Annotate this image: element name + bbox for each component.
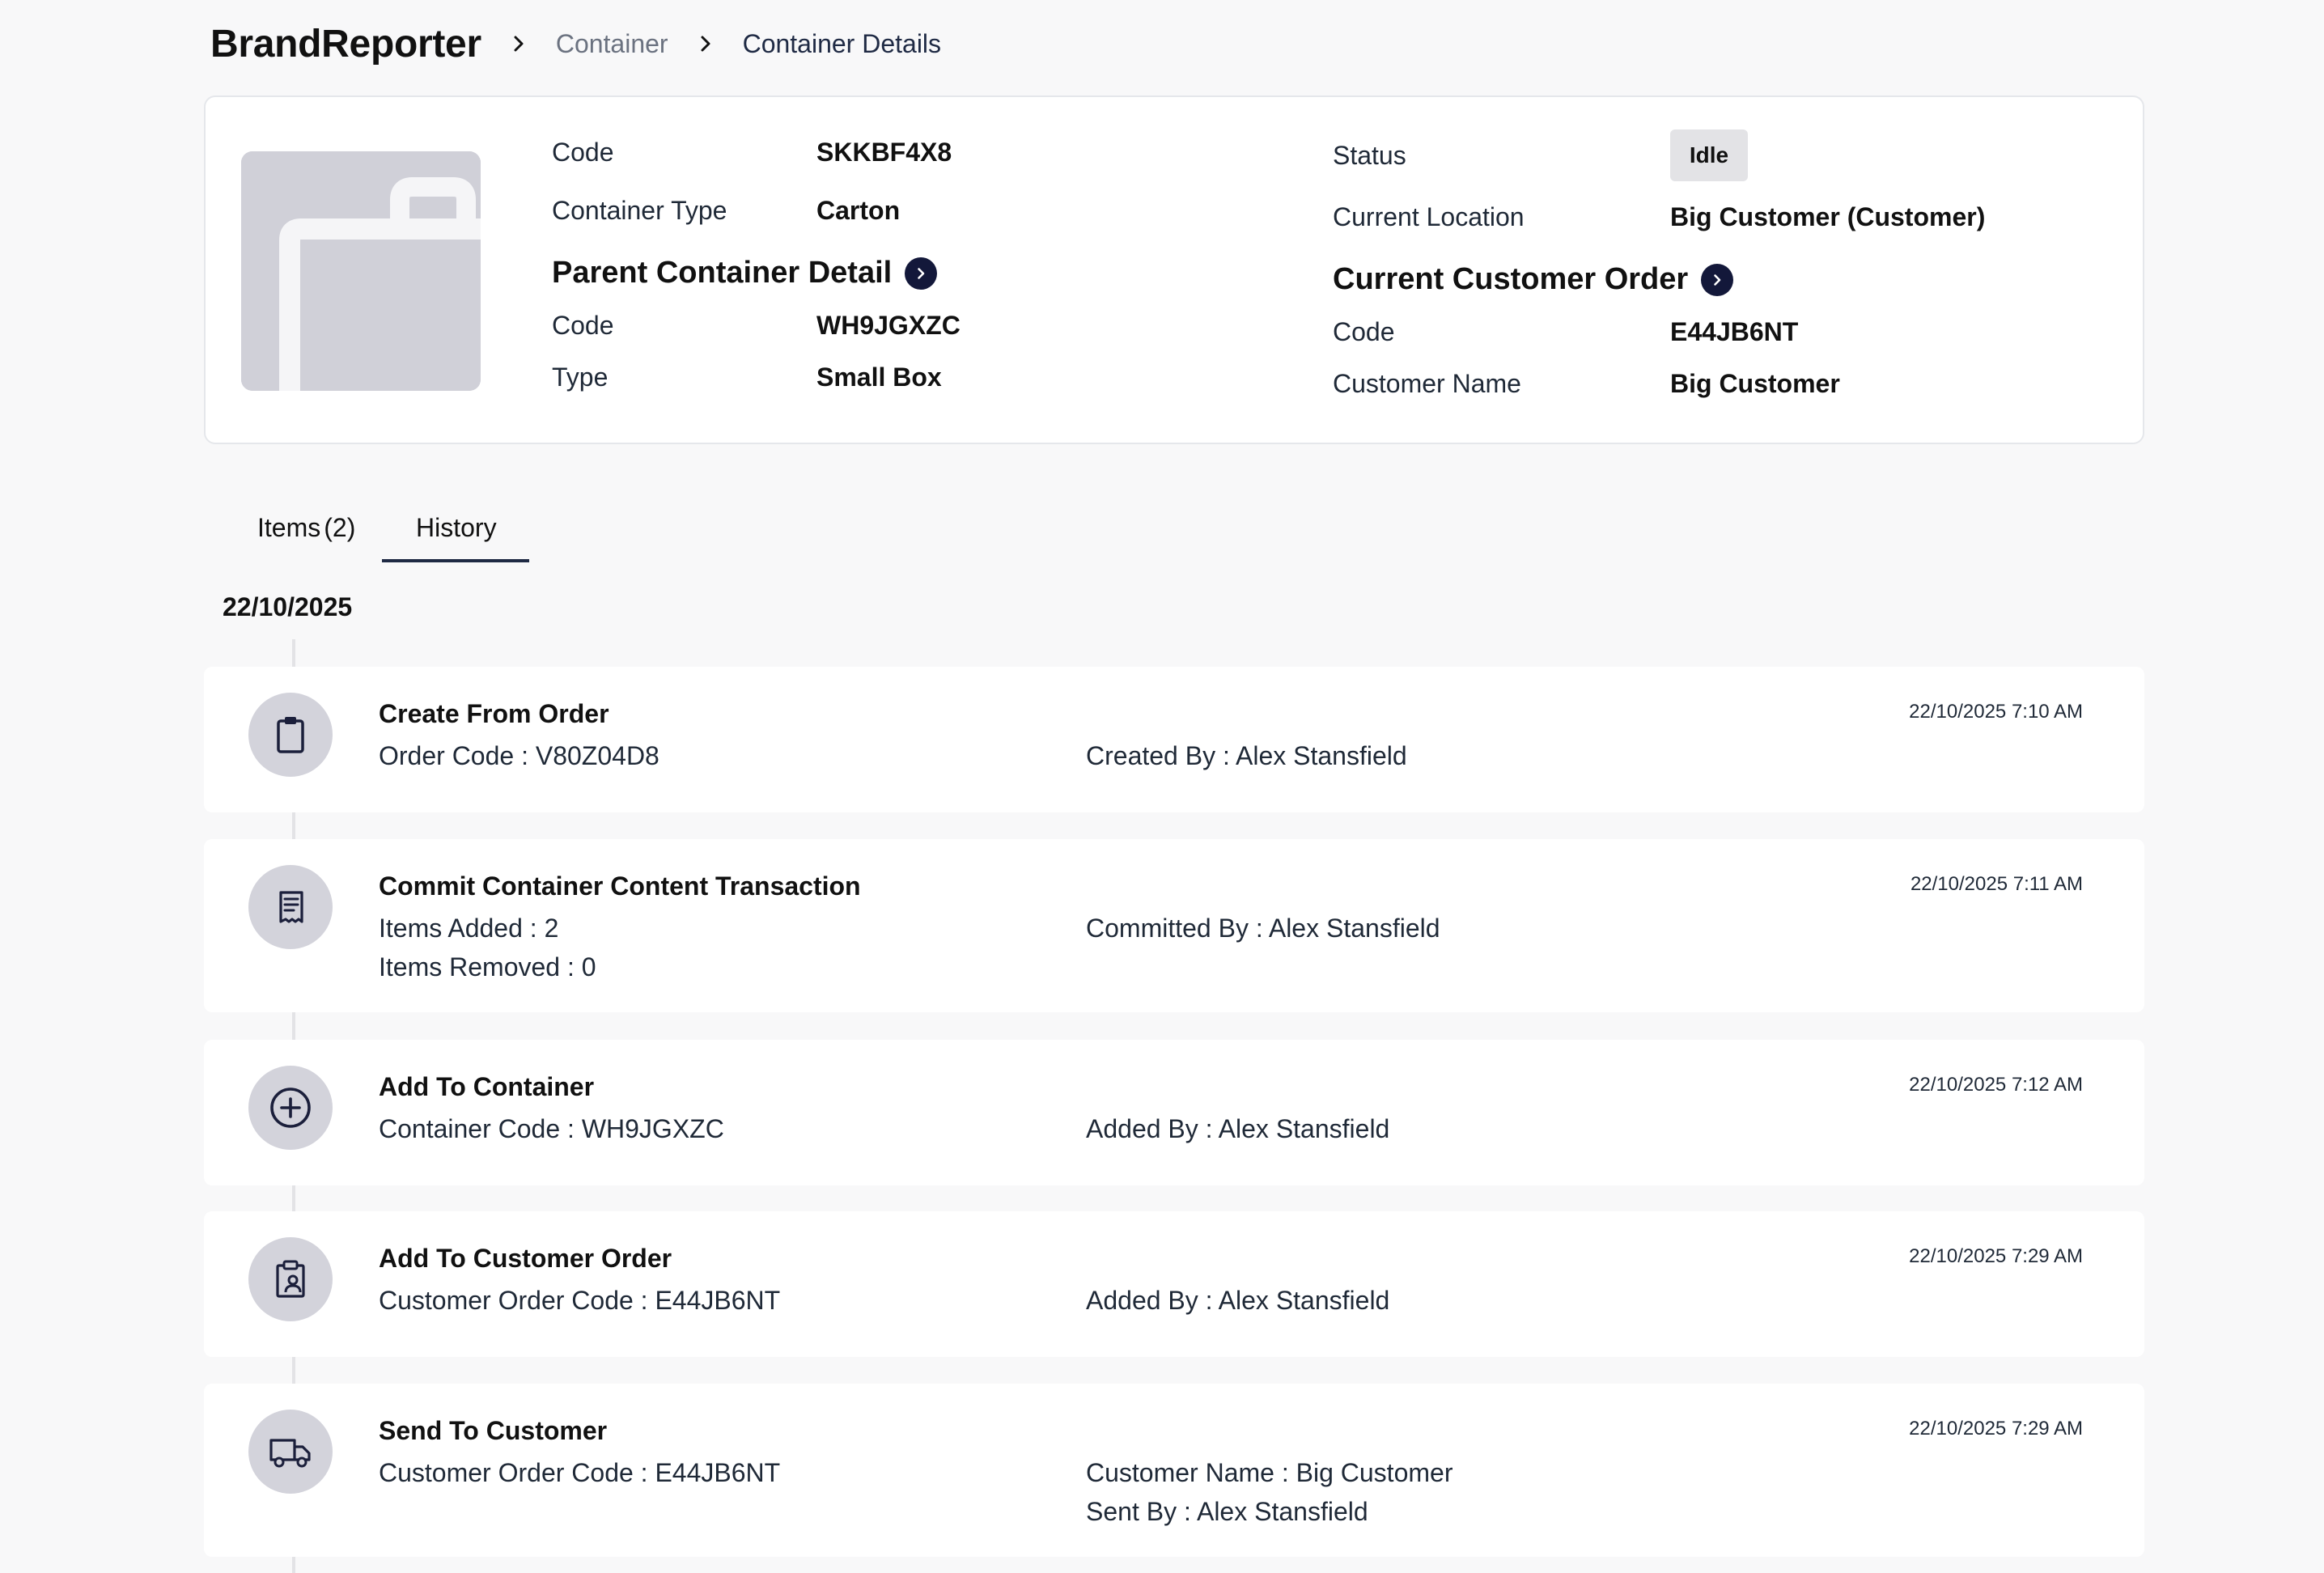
parent-type-label: Type <box>552 363 609 392</box>
current-location-label: Current Location <box>1333 202 1525 231</box>
current-order-heading: Current Customer Order <box>1333 262 1734 297</box>
parent-type: Small Box <box>816 363 942 392</box>
container-image-placeholder <box>241 151 481 391</box>
event-detail: Customer Order Code : E44JB6NT <box>379 1458 781 1487</box>
event-actor: Sent By : Alex Stansfield <box>1086 1497 1368 1526</box>
event-actor: Created By : Alex Stansfield <box>1086 741 1407 770</box>
history-event-card: Create From Order Order Code : V80Z04D8 … <box>204 667 2144 812</box>
event-timestamp: 22/10/2025 7:29 AM <box>1909 1245 2083 1267</box>
chevron-right-icon <box>685 15 727 73</box>
chevron-right-icon <box>918 267 925 279</box>
page-root: BrandReporter Container Container Detail… <box>0 0 2324 1573</box>
event-title: Add To Customer Order <box>379 1244 672 1273</box>
tab-items[interactable]: Items (2) <box>257 502 387 563</box>
event-title: Add To Container <box>379 1072 595 1101</box>
history-event-card: Commit Container Content Transaction Ite… <box>204 839 2144 1012</box>
container-type: Carton <box>816 196 901 225</box>
event-detail: Items Added : 2 <box>379 914 559 943</box>
active-tab-indicator <box>382 559 529 562</box>
order-code-label: Code <box>1333 317 1395 346</box>
history-event-card: Add To Customer Order Customer Order Cod… <box>204 1211 2144 1357</box>
order-code: E44JB6NT <box>1670 317 1799 346</box>
event-actor: Committed By : Alex Stansfield <box>1086 914 1440 943</box>
event-detail: Items Removed : 0 <box>379 952 596 982</box>
tab-history[interactable]: History <box>382 502 529 563</box>
container-info-card: Code SKKBF4X8 Container Type Carton Pare… <box>204 95 2144 444</box>
container-code: SKKBF4X8 <box>816 138 952 167</box>
breadcrumb-container-link[interactable]: Container <box>556 29 668 59</box>
event-timestamp: 22/10/2025 7:10 AM <box>1909 701 2083 723</box>
event-detail: Customer Order Code : E44JB6NT <box>379 1286 781 1315</box>
parent-container-title: Parent Container Detail <box>552 256 893 290</box>
current-order-link-button[interactable] <box>1701 263 1734 296</box>
breadcrumb: BrandReporter Container Container Detail… <box>210 15 941 73</box>
plus-circle-icon <box>248 1066 333 1150</box>
container-type-label: Container Type <box>552 196 727 225</box>
tab-items-label: Items (2) <box>257 513 356 542</box>
event-timestamp: 22/10/2025 7:11 AM <box>1910 873 2083 895</box>
customer-name-label: Customer Name <box>1333 369 1521 398</box>
history-event-card: Add To Container Container Code : WH9JGX… <box>204 1040 2144 1185</box>
event-timestamp: 22/10/2025 7:29 AM <box>1909 1418 2083 1439</box>
current-order-title: Current Customer Order <box>1333 262 1689 296</box>
event-detail: Container Code : WH9JGXZC <box>379 1114 724 1143</box>
chevron-right-icon <box>498 15 540 73</box>
history-date-heading: 22/10/2025 <box>223 592 353 621</box>
status-label: Status <box>1333 141 1406 170</box>
current-location: Big Customer (Customer) <box>1670 202 1986 231</box>
breadcrumb-current: Container Details <box>742 28 942 58</box>
tab-history-label: History <box>416 513 497 542</box>
status-badge: Idle <box>1670 129 1748 181</box>
chevron-right-icon <box>1714 273 1721 286</box>
customer-name: Big Customer <box>1670 369 1840 398</box>
event-customer: Customer Name : Big Customer <box>1086 1458 1453 1487</box>
clipboard-user-icon <box>248 1237 333 1321</box>
parent-container-link-button[interactable] <box>905 257 938 290</box>
event-title: Create From Order <box>379 699 609 728</box>
parent-code: WH9JGXZC <box>816 311 961 340</box>
clipboard-icon <box>248 693 333 777</box>
event-timestamp: 22/10/2025 7:12 AM <box>1909 1074 2083 1096</box>
event-actor: Added By : Alex Stansfield <box>1086 1286 1390 1315</box>
briefcase-icon <box>241 151 481 391</box>
event-title: Commit Container Content Transaction <box>379 871 861 901</box>
event-title: Send To Customer <box>379 1416 608 1445</box>
brand-logo[interactable]: BrandReporter <box>210 22 481 66</box>
history-event-card: Send To Customer Customer Order Code : E… <box>204 1384 2144 1557</box>
parent-container-heading: Parent Container Detail <box>552 256 938 290</box>
event-detail: Order Code : V80Z04D8 <box>379 741 659 770</box>
truck-icon <box>248 1410 333 1494</box>
parent-code-label: Code <box>552 311 614 340</box>
receipt-icon <box>248 865 333 949</box>
event-actor: Added By : Alex Stansfield <box>1086 1114 1390 1143</box>
code-label: Code <box>552 138 614 167</box>
